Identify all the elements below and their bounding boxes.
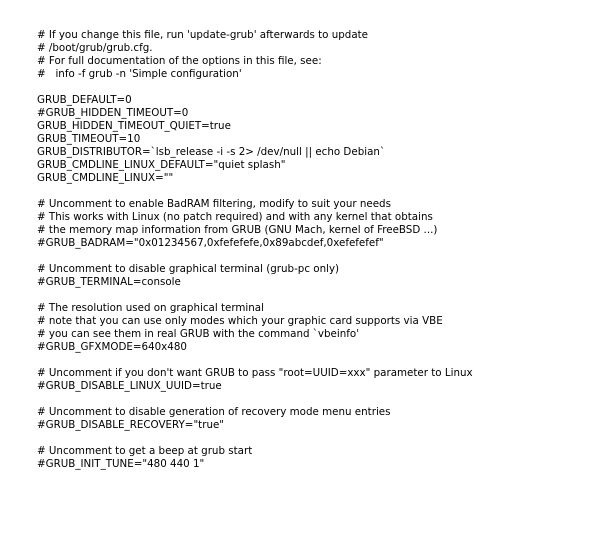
text-line: # Uncomment to enable BadRAM filtering, …	[37, 198, 391, 210]
text-line: #GRUB_HIDDEN_TIMEOUT=0	[37, 107, 189, 119]
text-line: GRUB_DISTRIBUTOR=`lsb_release -i -s 2> /…	[37, 146, 386, 158]
config-file-text[interactable]: # If you change this file, run 'update-g…	[37, 29, 587, 471]
text-line: # info -f grub -n 'Simple configuration'	[37, 68, 242, 80]
text-line: # /boot/grub/grub.cfg.	[37, 42, 153, 54]
text-line: #GRUB_TERMINAL=console	[37, 276, 181, 288]
text-line: GRUB_HIDDEN_TIMEOUT_QUIET=true	[37, 120, 231, 132]
text-line: #GRUB_INIT_TUNE="480 440 1"	[37, 458, 205, 470]
text-line: # This works with Linux (no patch requir…	[37, 211, 433, 223]
text-line: # Uncomment to get a beep at grub start	[37, 445, 253, 457]
text-line: # Uncomment if you don't want GRUB to pa…	[37, 367, 473, 379]
text-line: GRUB_CMDLINE_LINUX_DEFAULT="quiet splash…	[37, 159, 286, 171]
text-line: # For full documentation of the options …	[37, 55, 322, 67]
text-line: # the memory map information from GRUB (…	[37, 224, 438, 236]
text-line: GRUB_DEFAULT=0	[37, 94, 132, 106]
text-line: #GRUB_GFXMODE=640x480	[37, 341, 187, 353]
text-line: # Uncomment to disable graphical termina…	[37, 263, 340, 275]
text-line: # If you change this file, run 'update-g…	[37, 29, 369, 41]
text-line: #GRUB_DISABLE_RECOVERY="true"	[37, 419, 225, 431]
text-line: # Uncomment to disable generation of rec…	[37, 406, 391, 418]
text-line: #GRUB_DISABLE_LINUX_UUID=true	[37, 380, 222, 392]
text-line: #GRUB_BADRAM="0x01234567,0xfefefefe,0x89…	[37, 237, 384, 249]
text-line: # note that you can use only modes which…	[37, 315, 443, 327]
text-line: # you can see them in real GRUB with the…	[37, 328, 360, 340]
text-line: GRUB_TIMEOUT=10	[37, 133, 141, 145]
text-line: GRUB_CMDLINE_LINUX=""	[37, 172, 174, 184]
text-line: # The resolution used on graphical termi…	[37, 302, 264, 314]
